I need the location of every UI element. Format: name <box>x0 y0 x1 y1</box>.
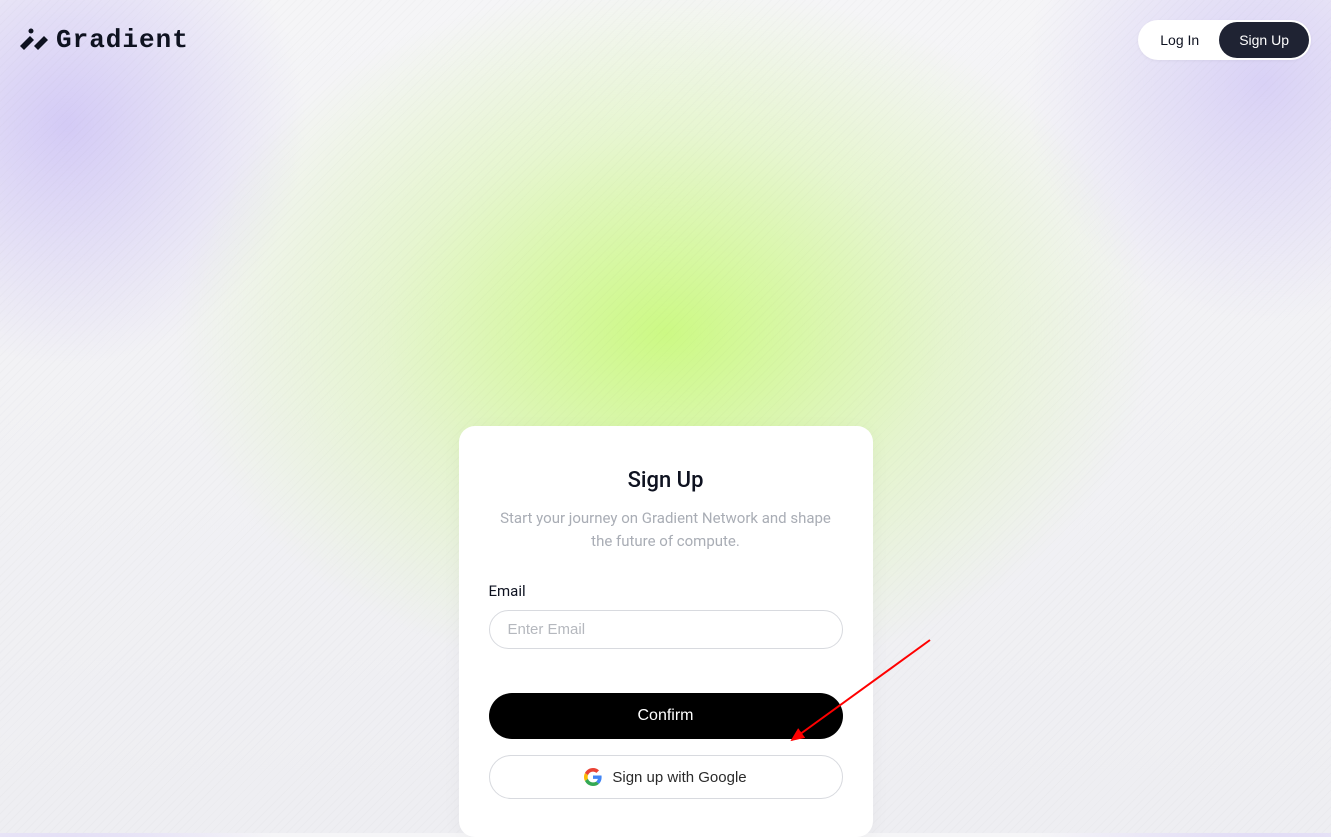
email-label: Email <box>489 582 843 600</box>
signup-card: Sign Up Start your journey on Gradient N… <box>459 426 873 837</box>
header: Gradient Log In Sign Up <box>0 20 1331 60</box>
confirm-button[interactable]: Confirm <box>489 693 843 739</box>
login-button[interactable]: Log In <box>1140 22 1219 58</box>
email-input[interactable] <box>489 610 843 649</box>
google-signup-label: Sign up with Google <box>612 769 746 786</box>
card-subtitle: Start your journey on Gradient Network a… <box>489 507 843 552</box>
google-icon <box>584 768 602 786</box>
brand-logo[interactable]: Gradient <box>20 25 189 55</box>
auth-button-group: Log In Sign Up <box>1138 20 1311 60</box>
signup-button[interactable]: Sign Up <box>1219 22 1309 58</box>
google-signup-button[interactable]: Sign up with Google <box>489 755 843 799</box>
card-title: Sign Up <box>489 468 843 493</box>
brand-name: Gradient <box>56 25 189 55</box>
gradient-logo-icon <box>20 28 48 52</box>
